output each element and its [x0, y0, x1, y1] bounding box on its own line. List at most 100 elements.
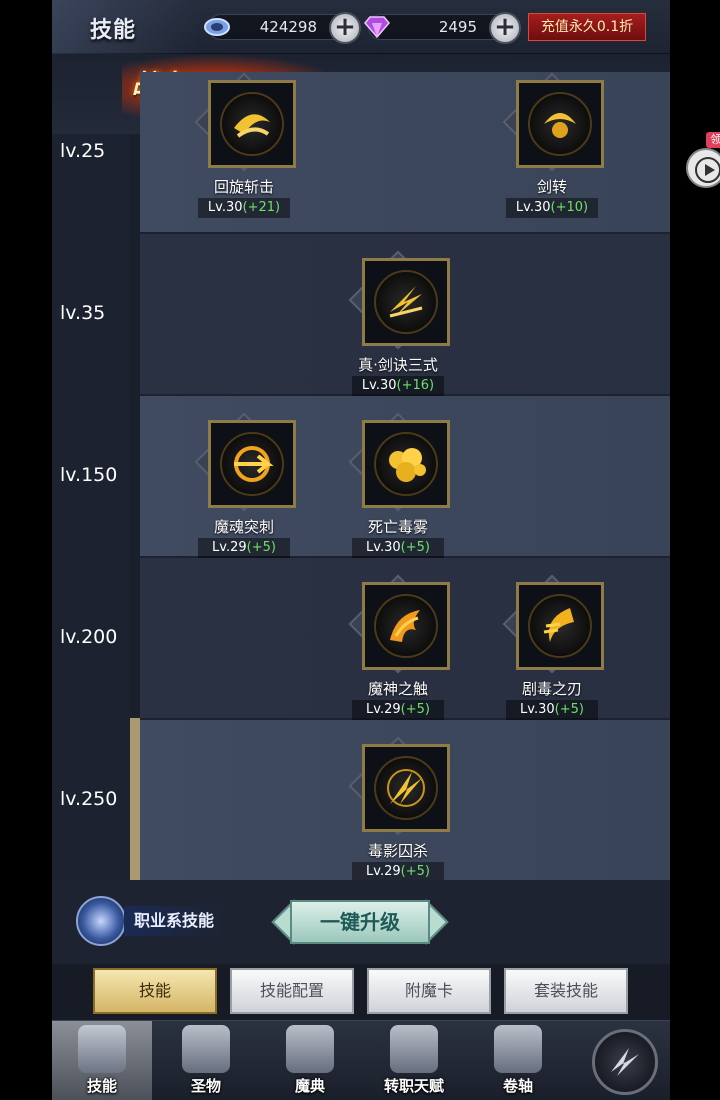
skill-level: Lv.30(+10): [506, 198, 598, 218]
tab-set-skills[interactable]: 套装技能: [504, 968, 628, 1014]
skill-level-value: Lv.29: [212, 540, 247, 555]
skill-level-value: Lv.30: [361, 378, 397, 393]
skill-level: Lv.30(+21): [198, 198, 290, 218]
skill-name: 回旋斩击: [213, 178, 274, 196]
tier-label: lv.25: [60, 140, 106, 162]
nav-label: 圣物: [190, 1077, 221, 1095]
special-sigil-icon: [611, 1048, 639, 1076]
tier-label: lv.150: [60, 464, 118, 486]
class-skill-button[interactable]: 职业系技能: [76, 896, 240, 946]
skill-level-value: Lv.30: [366, 540, 401, 555]
nav-grimoire[interactable]: 魔典: [260, 1021, 360, 1100]
skill-icon-box: [208, 420, 296, 508]
nav-label: 技能: [86, 1077, 117, 1095]
special-skill-button[interactable]: [592, 1029, 658, 1095]
skill-icon-box: [362, 582, 450, 670]
nav-label: 转职天赋: [383, 1077, 444, 1095]
skill-icon-disc: [374, 594, 438, 658]
shadow-kill-icon: [387, 769, 425, 807]
skill-icon-disc: [374, 270, 438, 334]
tier-label: lv.200: [60, 626, 118, 648]
skill-level: Lv.29(+5): [198, 538, 290, 558]
skill-level-bonus: (+16): [396, 378, 435, 393]
upgrade-label: 一键升级: [290, 900, 430, 944]
soul-thrust-icon: [234, 446, 274, 482]
skill-level-bonus: (+5): [400, 540, 430, 555]
currency-gold-value: 424298: [259, 18, 317, 36]
skill-frame: [348, 736, 450, 836]
venom-blade-icon: [543, 608, 574, 642]
skill-level-bonus: (+5): [554, 702, 584, 717]
add-gold-button[interactable]: +: [329, 12, 361, 44]
add-diamond-button[interactable]: +: [489, 12, 521, 44]
tab-skills[interactable]: 技能: [93, 968, 217, 1014]
skill-icon-disc: [220, 92, 284, 156]
skill-level: Lv.29(+5): [352, 700, 444, 720]
skill-name: 魔神之触: [367, 680, 428, 698]
skill-name: 魔魂突刺: [213, 518, 274, 536]
skill-level-bonus: (+5): [246, 540, 276, 555]
skill-level-value: Lv.29: [366, 864, 401, 879]
tier-row-lv200: lv.200 魔神之触 Lv.29(+5) 剧毒之刃 Lv.30(+5): [52, 558, 670, 720]
tab-enchant-card[interactable]: 附魔卡: [367, 968, 491, 1014]
talent-nav-icon: [390, 1025, 438, 1073]
skill-name: 真·剑诀三式: [358, 356, 438, 374]
tier-row-lv25: lv.25 回旋斩击 Lv.30(+21) 剑转 Lv.30(+10): [52, 72, 670, 234]
skill-screen: 技能 424298 + 2495 + 充值永久0.1折 战力 2954500 1…: [52, 0, 670, 1100]
nav-scroll[interactable]: 卷轴: [468, 1021, 568, 1100]
tier-label: lv.35: [60, 302, 106, 324]
skill-frame: [348, 250, 450, 350]
nav-skills[interactable]: 技能: [52, 1021, 152, 1100]
skill-level: Lv.30(+5): [352, 538, 444, 558]
float-badge: 领: [706, 132, 720, 148]
skill-frame: [502, 574, 604, 674]
skill-level-bonus: (+10): [550, 200, 589, 215]
demon-touch-icon: [390, 610, 420, 642]
skill-icon-disc: [528, 594, 592, 658]
skill-level-value: Lv.30: [515, 200, 551, 215]
nav-label: 卷轴: [502, 1077, 533, 1095]
nav-talent[interactable]: 转职天赋: [364, 1021, 464, 1100]
video-float-button[interactable]: [686, 148, 720, 188]
recharge-button[interactable]: 充值永久0.1折: [528, 13, 646, 41]
diamond-icon: [364, 16, 390, 38]
skill-level-value: Lv.30: [207, 200, 243, 215]
sword-spin-icon: [544, 113, 576, 138]
skill-icon-box: [362, 420, 450, 508]
class-skill-label: 职业系技能: [124, 906, 225, 936]
spin-slash-icon: [234, 114, 270, 138]
tab-skill-config[interactable]: 技能配置: [230, 968, 354, 1014]
one-click-upgrade-button[interactable]: 一键升级: [271, 896, 449, 948]
skill-level-bonus: (+5): [400, 864, 430, 879]
play-icon: [695, 157, 720, 183]
triple-sword-icon: [389, 286, 423, 318]
scroll-nav-icon: [494, 1025, 542, 1073]
skills-nav-icon: [78, 1025, 126, 1073]
skill-icon-box: [516, 582, 604, 670]
tier-label: lv.250: [60, 788, 118, 810]
skill-icon-disc: [528, 92, 592, 156]
hammer-nav-icon: [182, 1025, 230, 1073]
skill-frame: [348, 574, 450, 674]
skill-name: 死亡毒雾: [367, 518, 428, 536]
nav-label: 魔典: [294, 1077, 325, 1095]
skill-frame: [194, 412, 296, 512]
class-emblem-icon: [76, 896, 126, 946]
coin-icon: [204, 18, 230, 36]
page-title: 技能: [90, 18, 137, 43]
currency-gold: 424298 +: [204, 12, 361, 44]
skill-level-bonus: (+21): [242, 200, 281, 215]
tier-row-lv250: lv.250 毒影囚杀 Lv.29(+5): [52, 720, 670, 882]
skill-level: Lv.30(+16): [352, 376, 444, 396]
skill-level-value: Lv.30: [520, 702, 555, 717]
currency-diamond-value: 2495: [438, 18, 477, 36]
nav-relics[interactable]: 圣物: [156, 1021, 256, 1100]
sub-tabs: 技能 技能配置 附魔卡 套装技能: [52, 964, 670, 1020]
bottom-nav: 技能 圣物 魔典 转职天赋 卷轴: [52, 1020, 670, 1100]
skill-icon-disc: [374, 756, 438, 820]
top-bar: 技能 424298 + 2495 + 充值永久0.1折: [52, 0, 670, 54]
skill-icon-box: [362, 744, 450, 832]
skill-level-value: Lv.29: [366, 702, 401, 717]
skill-icon-disc: [220, 432, 284, 496]
skill-level-bonus: (+5): [400, 702, 430, 717]
